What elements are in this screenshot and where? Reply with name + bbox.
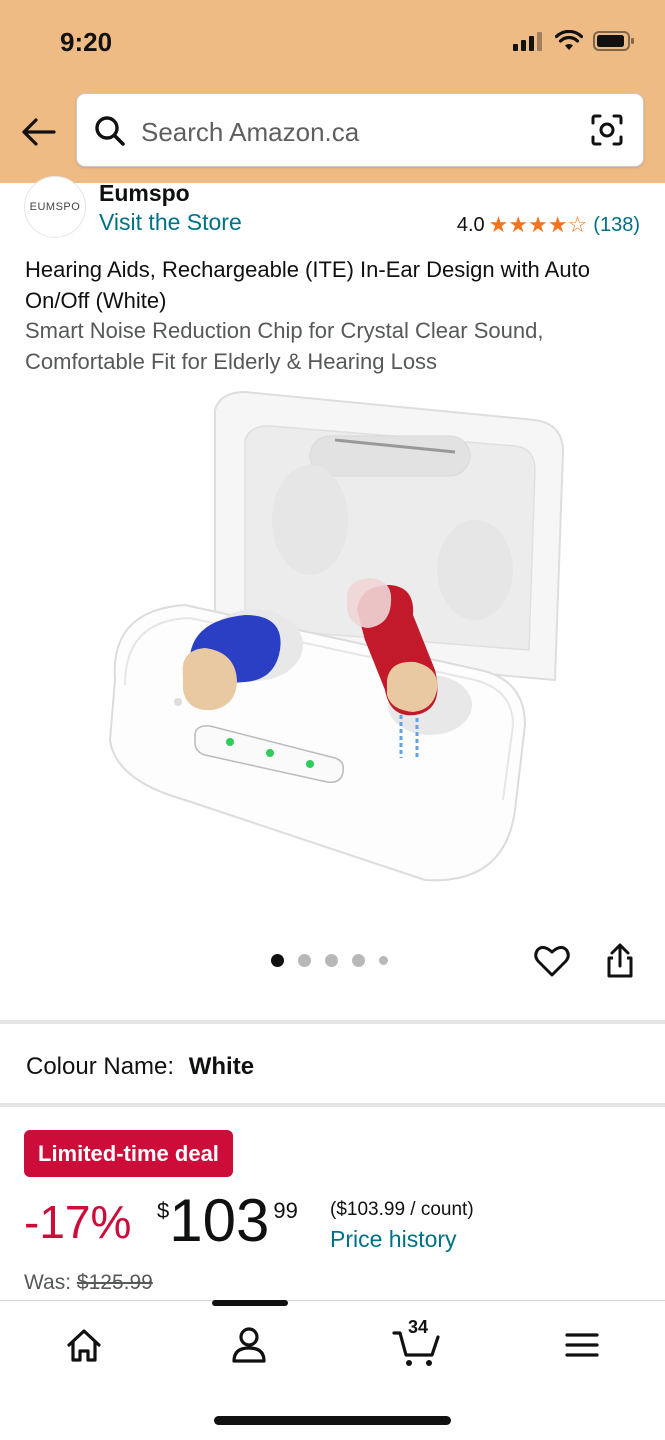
product-subtitle: Smart Noise Reduction Chip for Crystal C…	[25, 318, 544, 374]
home-indicator	[214, 1416, 451, 1425]
carousel-dot[interactable]	[271, 954, 284, 967]
status-icons	[513, 30, 635, 52]
carousel-dot[interactable]	[352, 954, 365, 967]
camera-scan-icon[interactable]	[589, 112, 625, 148]
price-fraction: 99	[273, 1198, 298, 1223]
price-history-link[interactable]: Price history	[330, 1226, 457, 1253]
product-title: Hearing Aids, Rechargeable (ITE) In-Ear …	[25, 257, 590, 313]
brand-logo[interactable]: EUMSPO	[24, 176, 86, 238]
product-image[interactable]	[95, 380, 575, 900]
was-price: $125.99	[76, 1271, 153, 1294]
home-icon[interactable]	[62, 1323, 106, 1367]
was-price-row: Was: $125.99	[24, 1271, 153, 1295]
was-label: Was:	[24, 1271, 72, 1294]
price-whole: 103	[169, 1187, 270, 1254]
rating-value: 4.0	[456, 213, 485, 236]
search-icon	[95, 116, 125, 146]
carousel-dot[interactable]	[379, 956, 388, 965]
section-divider	[0, 1103, 665, 1107]
visit-store-link[interactable]: Visit the Store	[99, 209, 242, 236]
share-icon[interactable]	[604, 942, 636, 980]
account-icon[interactable]	[227, 1323, 271, 1367]
unit-price: ($103.99 / count)	[330, 1199, 474, 1220]
wifi-icon	[555, 30, 583, 50]
colour-value: White	[188, 1053, 255, 1080]
rating-summary[interactable]: 4.0 ★★★★☆ (138)	[457, 212, 640, 238]
price-currency: $	[157, 1198, 170, 1223]
brand-name: Eumspo	[99, 180, 190, 206]
cart-count-badge: 34	[408, 1317, 429, 1337]
back-button[interactable]	[18, 112, 58, 152]
app-header: 9:20 Search Amazon.ca	[0, 0, 665, 183]
section-divider	[0, 1020, 665, 1024]
search-placeholder: Search Amazon.ca	[141, 117, 360, 147]
star-rating-icon: ★★★★☆	[488, 212, 588, 237]
status-time: 9:20	[60, 27, 113, 57]
menu-icon[interactable]	[560, 1323, 604, 1367]
battery-icon	[593, 31, 634, 51]
rating-count[interactable]: (138)	[593, 214, 640, 237]
search-input[interactable]: Search Amazon.ca	[76, 93, 644, 167]
nav-active-indicator	[212, 1300, 288, 1306]
colour-selector[interactable]: Colour Name: White	[26, 1053, 254, 1081]
discount-percent: -17%	[24, 1196, 132, 1248]
signal-icon	[513, 32, 542, 51]
carousel-dot[interactable]	[325, 954, 338, 967]
price: $ 103 99	[157, 1190, 298, 1252]
image-carousel-dots[interactable]	[271, 954, 388, 967]
deal-badge: Limited-time deal	[24, 1130, 233, 1177]
heart-icon[interactable]	[533, 942, 571, 980]
colour-label: Colour Name:	[26, 1053, 175, 1080]
carousel-dot[interactable]	[298, 954, 311, 967]
back-arrow-icon	[22, 118, 56, 146]
